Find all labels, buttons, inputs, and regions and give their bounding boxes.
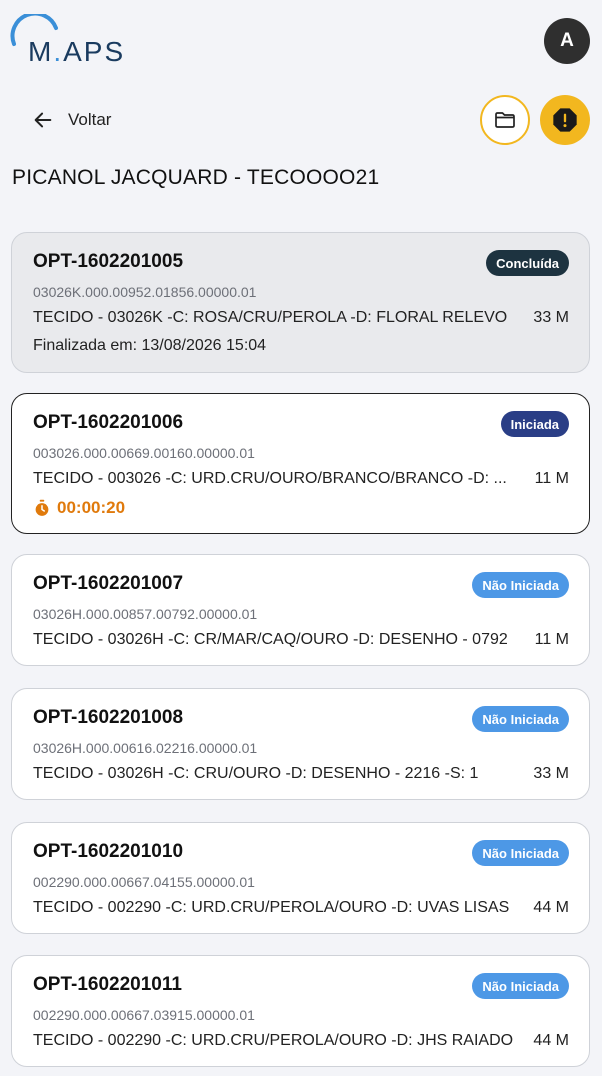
order-code: 002290.000.00667.03915.00000.01 (33, 1007, 255, 1023)
order-description: TECIDO - 03026K -C: ROSA/CRU/PEROLA -D: … (33, 309, 508, 326)
avatar-initial: A (560, 30, 574, 51)
page-title: PICANOL JACQUARD - TECOOOO21 (12, 166, 380, 189)
order-quantity: 33 M (533, 309, 569, 326)
order-title: OPT-1602201008 (33, 707, 184, 728)
maps-logo[interactable]: M.APS (10, 14, 140, 67)
order-title: OPT-1602201011 (33, 974, 182, 995)
order-title: OPT-1602201006 (33, 412, 184, 433)
status-badge: Não Iniciada (472, 706, 569, 732)
order-code: 002290.000.00667.04155.00000.01 (33, 874, 255, 890)
logo-dot: . (53, 36, 64, 67)
alert-octagon-icon (553, 108, 577, 132)
order-code: 03026H.000.00616.02216.00000.01 (33, 740, 258, 756)
order-description: TECIDO - 03026H -C: CRU/OURO -D: DESENHO… (33, 765, 479, 782)
order-quantity: 11 M (534, 470, 569, 487)
finished-at: Finalizada em: 13/08/2026 15:04 (33, 337, 267, 354)
logo-wordmark: M.APS (28, 36, 125, 68)
order-code: 03026H.000.00857.00792.00000.01 (33, 606, 258, 622)
status-badge: Iniciada (500, 411, 569, 437)
order-quantity: 44 M (533, 899, 569, 916)
status-badge: Concluída (486, 250, 569, 276)
folder-icon (495, 112, 515, 128)
folder-button[interactable] (480, 95, 530, 145)
user-avatar[interactable]: A (544, 18, 590, 64)
timer: 00:00:20 (33, 498, 125, 518)
order-card[interactable]: OPT-1602201008 Não Iniciada 03026H.000.0… (11, 688, 590, 800)
order-card[interactable]: OPT-1602201011 Não Iniciada 002290.000.0… (11, 955, 590, 1067)
back-button[interactable]: Voltar (32, 106, 111, 134)
order-card[interactable]: OPT-1602201006 Iniciada 003026.000.00669… (11, 393, 590, 534)
stopwatch-icon (35, 499, 49, 516)
status-badge: Não Iniciada (472, 973, 569, 999)
order-title: OPT-1602201007 (33, 573, 184, 594)
order-card[interactable]: OPT-1602201005 Concluída 03026K.000.0095… (11, 232, 590, 373)
app-header: M.APS A (0, 0, 602, 90)
status-badge: Não Iniciada (472, 840, 569, 866)
order-description: TECIDO - 002290 -C: URD.CRU/PEROLA/OURO … (33, 899, 510, 916)
order-description: TECIDO - 003026 -C: URD.CRU/OURO/BRANCO/… (33, 470, 507, 487)
order-code: 003026.000.00669.00160.00000.01 (33, 445, 255, 461)
order-card[interactable]: OPT-1602201007 Não Iniciada 03026H.000.0… (11, 554, 590, 666)
back-label: Voltar (68, 110, 112, 129)
order-quantity: 11 M (534, 631, 569, 648)
logo-text-aps: APS (63, 36, 126, 67)
arrow-left-icon (34, 112, 52, 128)
order-card[interactable]: OPT-1602201010 Não Iniciada 002290.000.0… (11, 822, 590, 934)
order-quantity: 33 M (533, 765, 569, 782)
order-quantity: 44 M (533, 1032, 569, 1049)
logo-text-m: M (28, 36, 54, 67)
alert-button[interactable] (540, 95, 590, 145)
status-badge: Não Iniciada (472, 572, 569, 598)
order-description: TECIDO - 002290 -C: URD.CRU/PEROLA/OURO … (33, 1032, 514, 1049)
order-title: OPT-1602201010 (33, 841, 184, 862)
order-description: TECIDO - 03026H -C: CR/MAR/CAQ/OURO -D: … (33, 631, 508, 648)
order-title: OPT-1602201005 (33, 251, 184, 272)
timer-text: 00:00:20 (57, 498, 126, 517)
order-code: 03026K.000.00952.01856.00000.01 (33, 284, 257, 300)
